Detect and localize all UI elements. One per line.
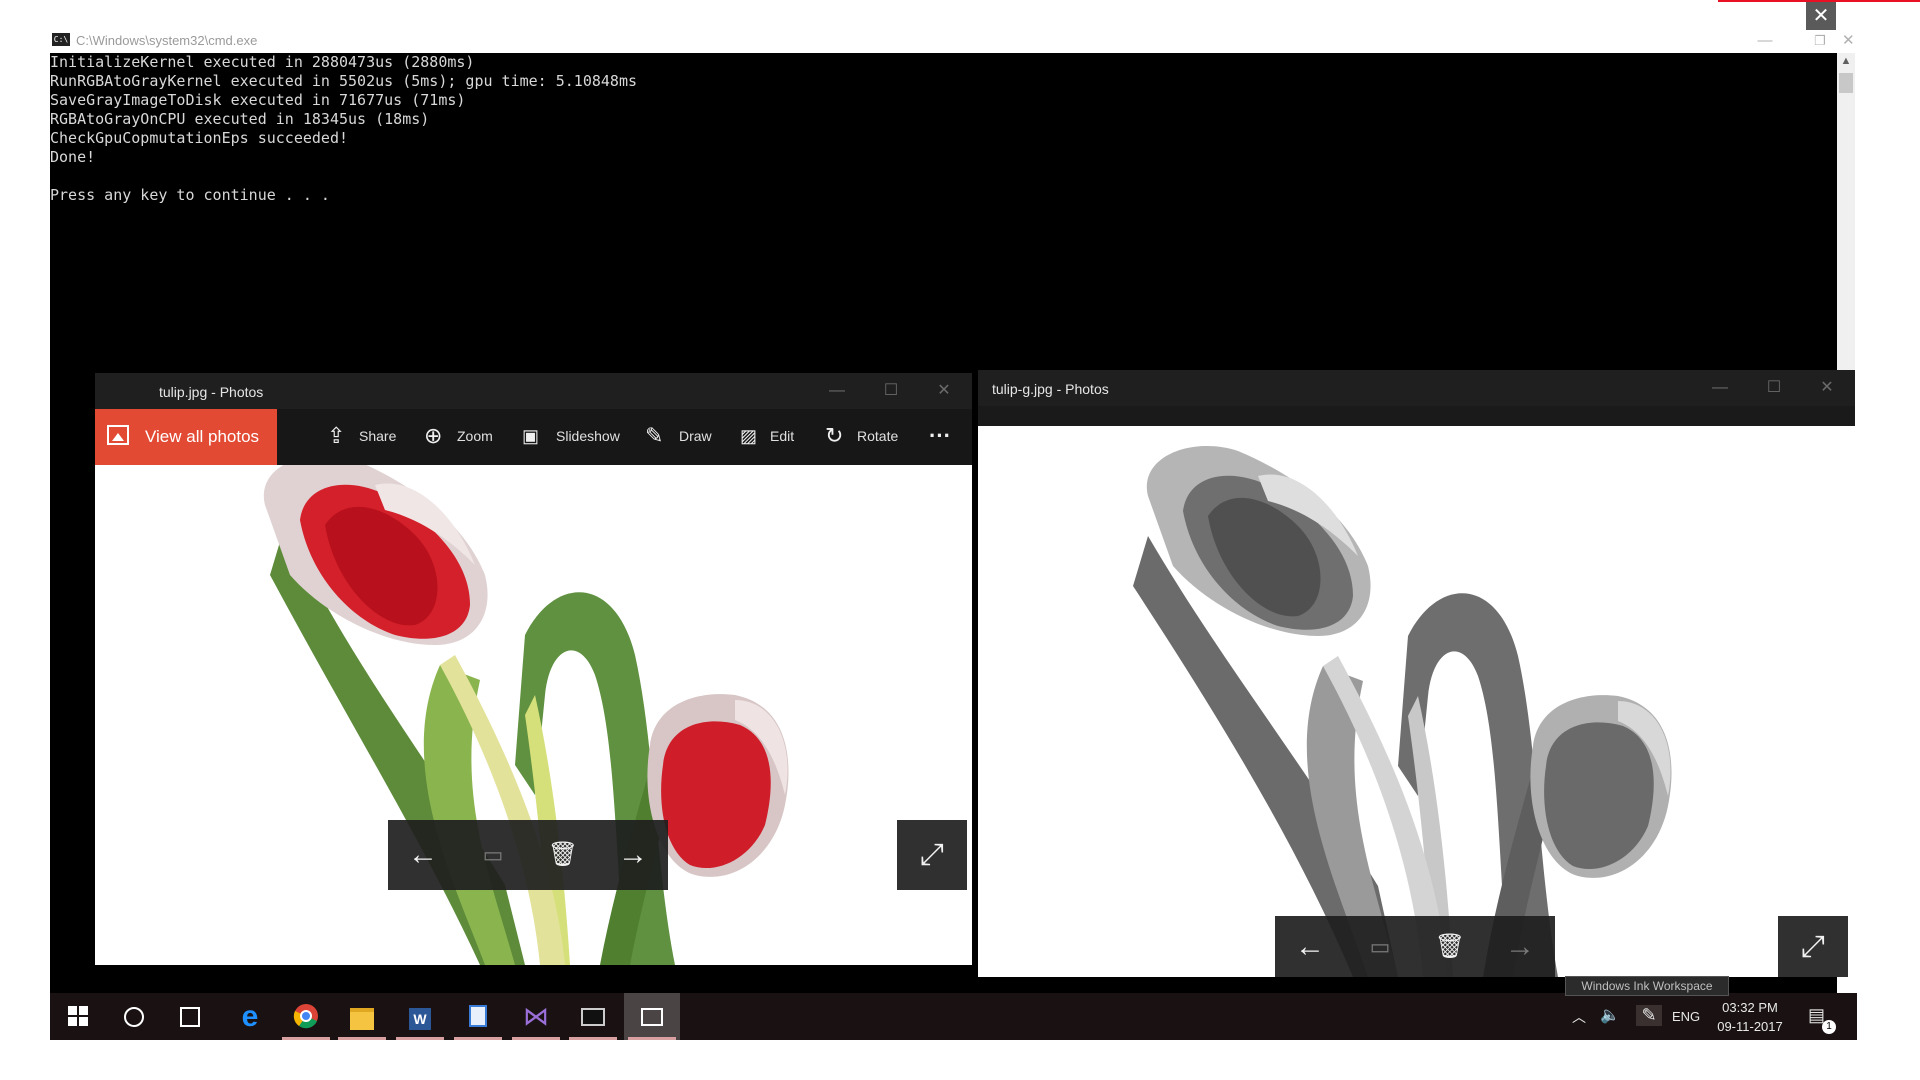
start-button[interactable] xyxy=(50,993,106,1040)
next-button[interactable]: → xyxy=(598,820,668,890)
rotate-button[interactable]: ↻ Rotate xyxy=(825,409,905,465)
chrome-taskbar-button[interactable] xyxy=(278,993,334,1040)
cortana-button[interactable] xyxy=(106,993,162,1040)
zoom-button[interactable]: ⊕ Zoom xyxy=(424,409,500,465)
minimize-button[interactable]: — xyxy=(815,379,859,403)
slideshow-icon[interactable]: ▭ xyxy=(1345,916,1415,977)
running-indicator xyxy=(454,1037,502,1040)
photos-toolbar: View all photos ⇪ Share ⊕ Zoom ▣ Slidesh… xyxy=(95,409,972,465)
document-taskbar-button[interactable] xyxy=(450,993,506,1040)
scroll-thumb[interactable] xyxy=(1839,73,1853,93)
language-indicator[interactable]: ENG xyxy=(1672,1009,1700,1024)
cmd-taskbar-button[interactable] xyxy=(565,993,621,1040)
running-indicator xyxy=(282,1037,330,1040)
running-indicator xyxy=(396,1037,444,1040)
zoom-icon: ⊕ xyxy=(424,423,443,448)
maximize-button[interactable]: ☐ xyxy=(869,379,913,403)
taskbar: e W ⋈ ︿ 🔈 ✎ ENG 03:32 PM 09-11-2017 ▤ 1 xyxy=(50,993,1857,1040)
slideshow-icon: ▣ xyxy=(522,426,540,446)
folder-icon xyxy=(350,1008,374,1030)
photos-window-right: tulip-g.jpg - Photos — ☐ ✕ ← ▭ 🗑 → ⤢ xyxy=(978,370,1855,977)
cortana-circle-icon xyxy=(124,1007,144,1027)
tulip-color-image xyxy=(263,465,789,965)
running-indicator xyxy=(338,1037,386,1040)
running-indicator xyxy=(569,1037,617,1040)
task-view-icon xyxy=(180,1007,200,1027)
task-view-button[interactable] xyxy=(162,993,218,1040)
slideshow-button[interactable]: ▣ Slideshow xyxy=(522,409,622,465)
chrome-icon xyxy=(293,1004,318,1029)
minimize-button[interactable]: — xyxy=(1740,30,1790,52)
previous-button[interactable]: ← xyxy=(1275,916,1345,977)
edge-icon: e xyxy=(241,1000,259,1033)
photos-titlebar[interactable]: tulip-g.jpg - Photos — ☐ ✕ xyxy=(978,370,1855,406)
minimize-button[interactable]: — xyxy=(1698,376,1742,400)
running-indicator xyxy=(628,1037,676,1040)
next-button[interactable]: → xyxy=(1485,916,1555,977)
volume-icon[interactable]: 🔈 xyxy=(1600,1005,1620,1025)
visual-studio-taskbar-button[interactable]: ⋈ xyxy=(508,993,564,1040)
close-button[interactable]: ✕ xyxy=(1805,376,1849,400)
cmd-window-title: C:\Windows\system32\cmd.exe xyxy=(76,33,258,48)
scroll-up-icon[interactable]: ▲ xyxy=(1837,53,1855,69)
cmd-window-icon: C:\ xyxy=(52,33,70,46)
photos-toolbar-strip xyxy=(978,406,1855,426)
photo-nav-bar: ← ▭ 🗑 → xyxy=(1275,916,1555,977)
word-taskbar-button[interactable]: W xyxy=(392,993,448,1040)
cmd-icon xyxy=(581,1008,605,1026)
slideshow-icon[interactable]: ▭ xyxy=(458,820,528,890)
restore-button[interactable]: ❐ xyxy=(1795,30,1845,52)
delete-button[interactable]: 🗑 xyxy=(1415,916,1485,977)
picture-icon xyxy=(107,425,129,445)
clock-time[interactable]: 03:32 PM xyxy=(1720,1000,1780,1015)
windows-icon xyxy=(68,1006,88,1026)
draw-button[interactable]: ✎ Draw xyxy=(645,409,715,465)
pen-icon: ✎ xyxy=(645,423,664,448)
cmd-scrollbar[interactable]: ▲ xyxy=(1837,53,1855,373)
show-hidden-icons-chevron-icon[interactable]: ︿ xyxy=(1572,1007,1586,1027)
delete-button[interactable]: 🗑 xyxy=(528,820,598,890)
photos-window-title: tulip-g.jpg - Photos xyxy=(992,381,1109,397)
edit-image-icon: ▨ xyxy=(740,426,758,446)
photos-window-left: tulip.jpg - Photos — ☐ ✕ View all photos… xyxy=(95,373,972,965)
windows-ink-tooltip: Windows Ink Workspace xyxy=(1565,976,1729,996)
edit-button[interactable]: ▨ Edit xyxy=(740,409,800,465)
close-button[interactable]: ✕ xyxy=(1842,30,1857,52)
previous-button[interactable]: ← xyxy=(388,820,458,890)
exit-fullscreen-icon[interactable]: ✕ xyxy=(1806,2,1836,30)
explorer-taskbar-button[interactable] xyxy=(334,993,390,1040)
console-output: InitializeKernel executed in 2880473us (… xyxy=(50,53,637,204)
share-icon: ⇪ xyxy=(327,423,346,448)
notification-count-badge: 1 xyxy=(1822,1020,1836,1034)
photos-window-title: tulip.jpg - Photos xyxy=(159,384,264,400)
clock-date[interactable]: 09-11-2017 xyxy=(1714,1019,1786,1034)
photo-canvas-gray[interactable]: ← ▭ 🗑 → ⤢ xyxy=(978,426,1855,977)
tulip-gray-image xyxy=(1133,446,1672,977)
view-all-photos-button[interactable]: View all photos xyxy=(95,409,277,465)
rotate-icon: ↻ xyxy=(825,423,844,448)
full-screen-button[interactable]: ⤢ xyxy=(897,820,967,890)
running-indicator xyxy=(512,1037,560,1040)
cmd-titlebar[interactable]: C:\ C:\Windows\system32\cmd.exe — ❐ ✕ xyxy=(50,30,1857,52)
share-button[interactable]: ⇪ Share xyxy=(327,409,403,465)
photos-icon xyxy=(641,1008,663,1026)
photos-taskbar-button[interactable] xyxy=(624,993,680,1040)
maximize-button[interactable]: ☐ xyxy=(1752,376,1796,400)
photo-nav-bar: ← ▭ 🗑 → xyxy=(388,820,668,890)
view-all-photos-label: View all photos xyxy=(145,427,260,446)
full-screen-button[interactable]: ⤢ xyxy=(1778,916,1848,977)
photo-canvas-color[interactable]: ← ▭ 🗑 → ⤢ xyxy=(95,465,972,965)
visual-studio-icon: ⋈ xyxy=(523,1001,549,1031)
close-button[interactable]: ✕ xyxy=(922,379,966,403)
document-icon xyxy=(469,1005,487,1027)
edge-taskbar-button[interactable]: e xyxy=(222,993,278,1040)
windows-ink-pen-icon[interactable]: ✎ xyxy=(1636,1005,1662,1026)
word-icon: W xyxy=(409,1008,431,1030)
photos-titlebar[interactable]: tulip.jpg - Photos — ☐ ✕ xyxy=(95,373,972,409)
